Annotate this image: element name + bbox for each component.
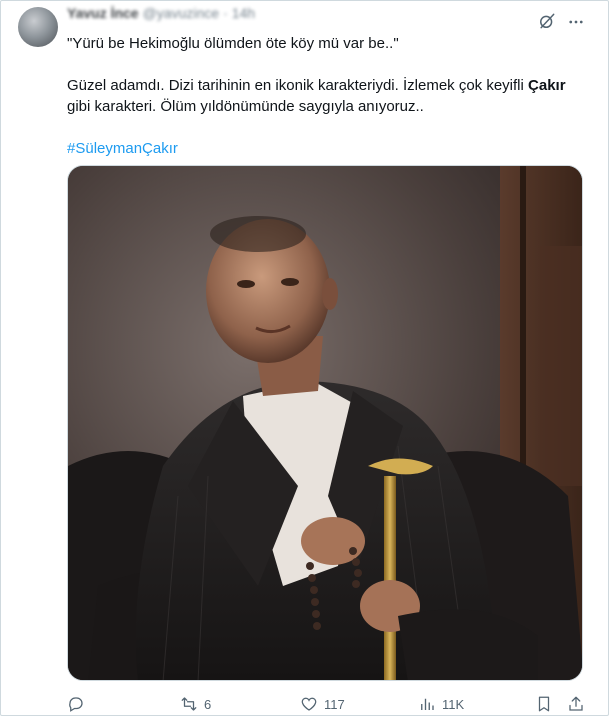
tweet-quote-line: "Yürü be Hekimoğlu ölümden öte köy mü va… <box>67 35 399 52</box>
heart-icon <box>301 697 317 711</box>
tweet-text: "Yürü be Hekimoğlu ölümden öte köy mü va… <box>67 33 597 159</box>
hashtag-link[interactable]: #SüleymanÇakır <box>67 140 178 157</box>
tweet-body-text: Güzel adamdı. Dizi tarihinin en ikonik k… <box>67 77 529 94</box>
like-count: 117 <box>324 696 345 712</box>
views-button[interactable]: 11K <box>418 695 464 713</box>
photo-illustration <box>68 166 582 680</box>
handle[interactable]: @yavuzince <box>143 5 219 23</box>
bookmark-icon <box>538 696 550 712</box>
tweet-card[interactable]: Yavuz İnce @yavuzince · 14h "Yürü be Hek… <box>0 0 609 716</box>
grok-icon[interactable] <box>537 11 557 31</box>
action-bar: 6 117 11K <box>67 695 587 715</box>
display-name[interactable]: Yavuz İnce <box>67 5 139 23</box>
reply-button[interactable] <box>67 695 91 713</box>
repost-count: 6 <box>204 696 212 712</box>
avatar[interactable] <box>18 7 58 47</box>
dot-separator: · <box>223 5 228 21</box>
repost-icon <box>181 697 197 711</box>
bookmark-button[interactable] <box>535 695 553 713</box>
timestamp[interactable]: 14h <box>232 5 255 23</box>
view-count: 11K <box>442 696 465 712</box>
repost-button[interactable]: 6 <box>180 695 211 713</box>
like-button[interactable]: 117 <box>300 695 345 713</box>
share-button[interactable] <box>567 695 585 713</box>
tweet-photo[interactable] <box>67 165 583 681</box>
more-icon[interactable] <box>567 13 585 31</box>
tweet-header: Yavuz İnce @yavuzince · 14h <box>67 5 255 23</box>
tweet-body-line: Güzel adamdı. Dizi tarihinin en ikonik k… <box>67 75 597 96</box>
share-icon <box>569 696 583 711</box>
reply-icon <box>69 697 83 712</box>
views-icon <box>421 698 434 710</box>
tweet-bold-word: Çakır <box>528 77 566 94</box>
tweet-body-line-2: gibi karakteri. Ölüm yıldönümünde saygıy… <box>67 98 424 115</box>
